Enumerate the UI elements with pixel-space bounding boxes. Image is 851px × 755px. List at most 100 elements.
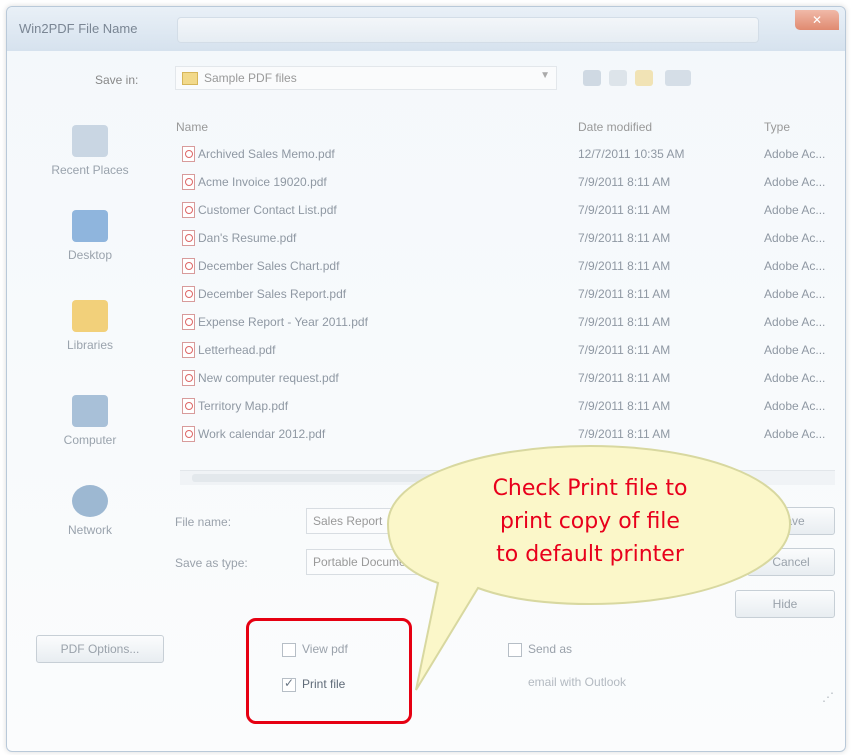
save-in-label: Save in:	[95, 73, 139, 87]
folder-icon	[182, 72, 198, 85]
place-computer[interactable]: Computer	[30, 395, 150, 447]
file-date: 7/9/2011 8:11 AM	[578, 399, 671, 413]
file-row[interactable]: Letterhead.pdf 7/9/2011 8:11 AM Adobe Ac..…	[168, 338, 840, 362]
place-label: Recent Places	[51, 163, 129, 177]
file-date: 7/9/2011 8:11 AM	[578, 259, 671, 273]
pdf-file-icon	[182, 370, 195, 386]
send-as-option: email with Outlook	[528, 675, 627, 689]
hide-button[interactable]: Hide	[735, 590, 835, 618]
save-in-dropdown[interactable]: Sample PDF files ▼	[175, 66, 557, 90]
chevron-down-icon: ▼	[540, 70, 550, 81]
save-as-type-label: Save as type:	[175, 556, 248, 570]
file-type: Adobe Ac...	[764, 259, 826, 273]
file-name: Territory Map.pdf	[198, 399, 289, 413]
file-name: December Sales Report.pdf	[198, 287, 347, 301]
file-name: Acme Invoice 19020.pdf	[198, 175, 327, 189]
place-recent-places[interactable]: Recent Places	[30, 125, 150, 177]
pdf-file-icon	[182, 230, 195, 246]
callout-line: Check Print file to	[492, 476, 688, 501]
libraries-icon	[72, 300, 108, 332]
pdf-file-icon	[182, 202, 195, 218]
pdf-file-icon	[182, 426, 195, 442]
place-label: Libraries	[66, 338, 114, 352]
title-address-area	[177, 17, 759, 43]
file-row[interactable]: December Sales Chart.pdf 7/9/2011 8:11 AM…	[168, 254, 840, 278]
new-folder-icon[interactable]	[635, 70, 653, 86]
file-list: Name Date modified Type Archived Sales M…	[168, 112, 840, 472]
computer-icon	[72, 395, 108, 427]
file-name-value: Sales Report	[313, 514, 383, 528]
print-file-highlight-box	[246, 618, 412, 724]
file-date: 7/9/2011 8:11 AM	[578, 203, 671, 217]
resize-grip-icon: ⋰	[822, 690, 834, 704]
file-name: Archived Sales Memo.pdf	[198, 147, 335, 161]
save-in-value: Sample PDF files	[204, 71, 297, 85]
file-type: Adobe Ac...	[764, 399, 826, 413]
close-button[interactable]: ✕	[795, 10, 839, 30]
pdf-file-icon	[182, 174, 195, 190]
file-row[interactable]: Acme Invoice 19020.pdf 7/9/2011 8:11 AM Ad…	[168, 170, 840, 194]
window-title: Win2PDF File Name	[19, 21, 138, 36]
back-icon[interactable]	[583, 70, 601, 86]
place-label: Computer	[63, 433, 117, 447]
file-date: 7/9/2011 8:11 AM	[578, 427, 671, 441]
callout-text: Check Print file to print copy of file t…	[420, 472, 760, 571]
recent-places-icon	[72, 125, 108, 157]
file-type: Adobe Ac...	[764, 203, 826, 217]
cancel-button[interactable]: Cancel	[747, 548, 835, 576]
place-libraries[interactable]: Libraries	[30, 300, 150, 352]
up-folder-icon[interactable]	[609, 70, 627, 86]
network-icon	[72, 485, 108, 517]
pdf-file-icon	[182, 286, 195, 302]
callout-line: to default printer	[496, 542, 684, 567]
callout-line: print copy of file	[500, 509, 680, 534]
file-type: Adobe Ac...	[764, 147, 826, 161]
save-button[interactable]: Save	[747, 507, 835, 535]
file-row[interactable]: Archived Sales Memo.pdf 12/7/2011 10:35 A…	[168, 142, 840, 166]
column-header-date[interactable]: Date modified	[578, 120, 652, 134]
column-header-name[interactable]: Name	[176, 120, 208, 134]
file-type: Adobe Ac...	[764, 343, 826, 357]
file-name: Dan's Resume.pdf	[198, 231, 297, 245]
pdf-options-button[interactable]: PDF Options...	[36, 635, 164, 663]
column-header-type[interactable]: Type	[764, 120, 790, 134]
file-row[interactable]: December Sales Report.pdf 7/9/2011 8:11 A…	[168, 282, 840, 306]
file-name: Work calendar 2012.pdf	[198, 427, 326, 441]
file-row[interactable]: Work calendar 2012.pdf 7/9/2011 8:11 AM Ad…	[168, 422, 840, 446]
file-row[interactable]: Customer Contact List.pdf 7/9/2011 8:11 A…	[168, 198, 840, 222]
send-as-label: Send as	[528, 642, 573, 656]
pdf-file-icon	[182, 314, 195, 330]
file-name: December Sales Chart.pdf	[198, 259, 340, 273]
file-date: 7/9/2011 8:11 AM	[578, 371, 671, 385]
file-date: 7/9/2011 8:11 AM	[578, 315, 671, 329]
file-type: Adobe Ac...	[764, 287, 826, 301]
send-as-checkbox[interactable]	[508, 643, 522, 657]
file-date: 7/9/2011 8:11 AM	[578, 343, 671, 357]
view-menu-icon[interactable]	[665, 70, 691, 86]
file-type: Adobe Ac...	[764, 371, 826, 385]
file-type: Adobe Ac...	[764, 231, 826, 245]
file-type: Adobe Ac...	[764, 175, 826, 189]
place-label: Desktop	[67, 248, 113, 262]
place-label: Network	[67, 523, 112, 537]
place-network[interactable]: Network	[30, 485, 150, 537]
pdf-file-icon	[182, 146, 195, 162]
file-date: 7/9/2011 8:11 AM	[578, 287, 671, 301]
file-date: 12/7/2011 10:35 AM	[578, 147, 685, 161]
file-name: Letterhead.pdf	[198, 343, 276, 357]
file-type: Adobe Ac...	[764, 315, 826, 329]
file-name: Expense Report - Year 2011.pdf	[198, 315, 368, 329]
file-date: 7/9/2011 8:11 AM	[578, 175, 671, 189]
pdf-file-icon	[182, 398, 195, 414]
file-row[interactable]: New computer request.pdf 7/9/2011 8:11 AM…	[168, 366, 840, 390]
title-bar: Win2PDF File Name ✕	[7, 7, 845, 51]
file-row[interactable]: Territory Map.pdf 7/9/2011 8:11 AM Adobe A…	[168, 394, 840, 418]
place-desktop[interactable]: Desktop	[30, 210, 150, 262]
file-date: 7/9/2011 8:11 AM	[578, 231, 671, 245]
desktop-icon	[72, 210, 108, 242]
file-row[interactable]: Dan's Resume.pdf 7/9/2011 8:11 AM Adobe Ac…	[168, 226, 840, 250]
file-type: Adobe Ac...	[764, 427, 826, 441]
pdf-file-icon	[182, 258, 195, 274]
pdf-file-icon	[182, 342, 195, 358]
file-row[interactable]: Expense Report - Year 2011.pdf 7/9/2011 8…	[168, 310, 840, 334]
